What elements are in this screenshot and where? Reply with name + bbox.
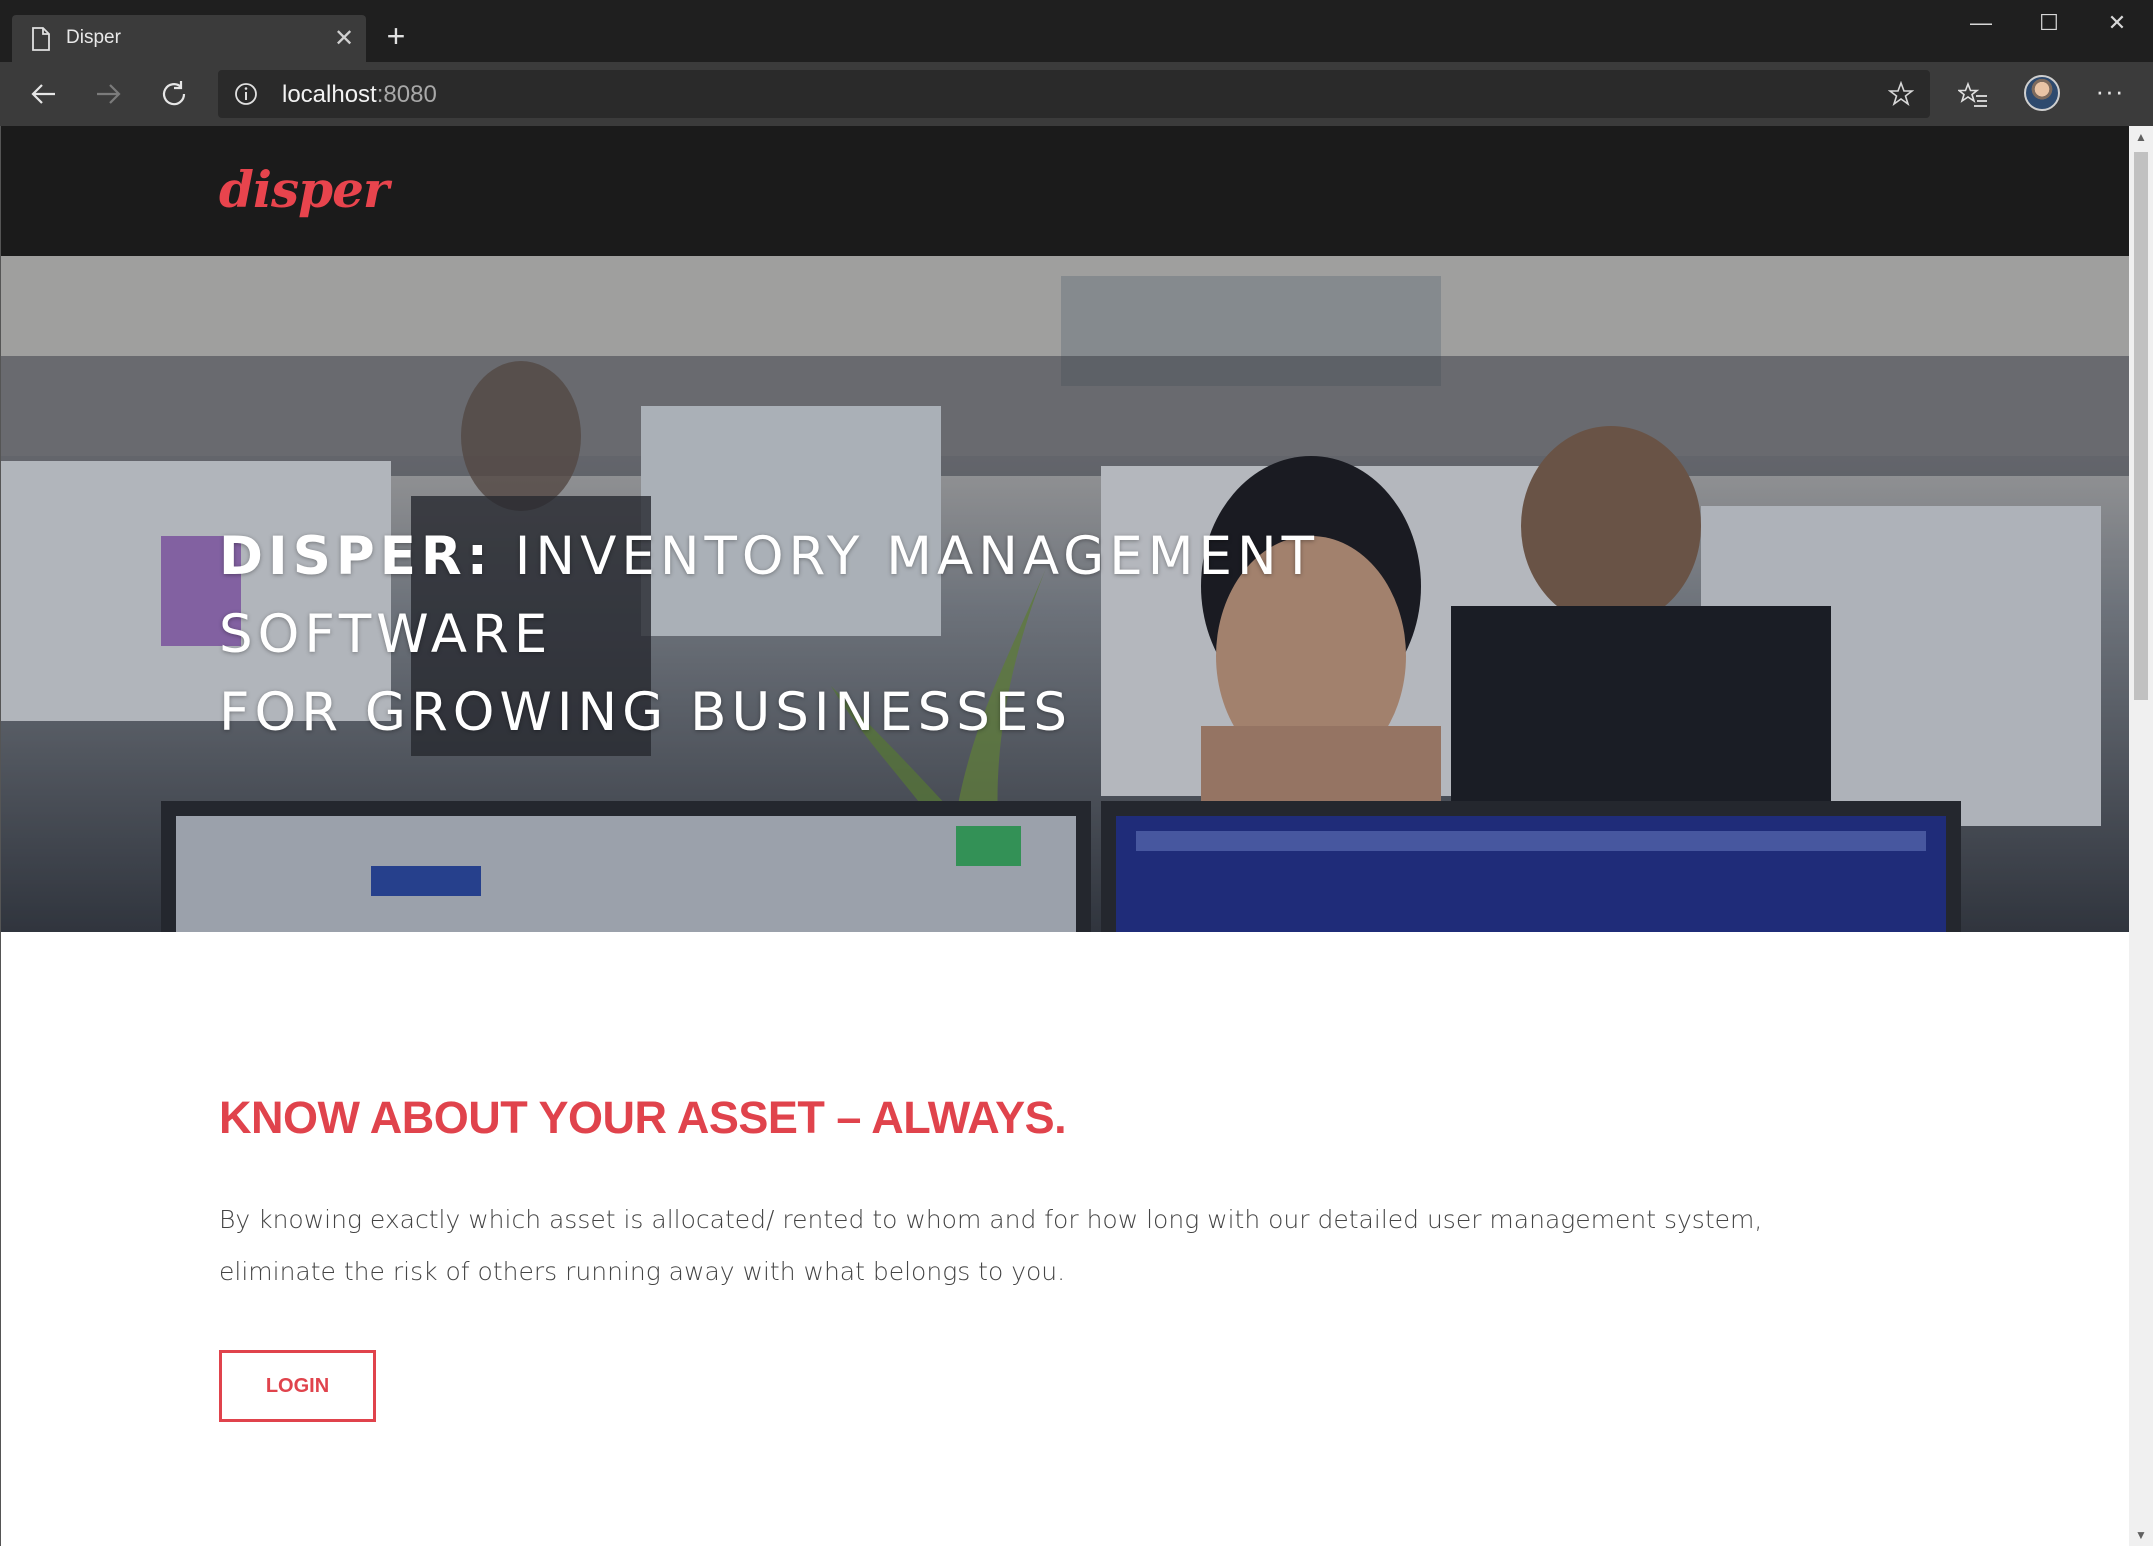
forward-icon [97,84,121,104]
maximize-button[interactable]: ☐ [2026,8,2072,38]
scroll-up-arrow[interactable]: ▲ [2129,126,2153,148]
refresh-icon [162,81,186,106]
profile-avatar[interactable] [2024,75,2060,111]
favorites-icon[interactable] [1958,80,1988,110]
hero-brand: DISPER: [219,526,493,587]
hero-banner: DISPER: INVENTORY MANAGEMENT SOFTWARE FO… [1,256,2130,932]
back-icon [31,84,55,104]
url-text[interactable]: localhost:8080 [282,81,437,109]
scroll-thumb[interactable] [2134,152,2148,700]
disper-logo[interactable]: disper [219,160,389,219]
browser-titlebar: Disper ✕ + — ☐ ✕ [0,0,2153,62]
section-title: KNOW ABOUT YOUR ASSET – ALWAYS. [219,1092,1067,1143]
more-icon[interactable]: ··· [2090,76,2130,112]
info-icon[interactable] [234,82,258,106]
page-icon [32,27,50,51]
close-window-button[interactable]: ✕ [2094,8,2140,38]
back-button[interactable] [22,72,66,116]
section-description: By knowing exactly which asset is alloca… [219,1205,1763,1286]
minimize-button[interactable]: — [1958,8,2004,38]
login-button[interactable]: LOGIN [219,1350,376,1422]
browser-toolbar: localhost:8080 ··· [0,62,2153,126]
tab-title: Disper [66,27,121,48]
scroll-down-arrow[interactable]: ▼ [2129,1524,2153,1546]
page-scrollbar[interactable]: ▲ ▼ [2129,126,2153,1546]
site-header: disper [1,126,2130,256]
hero-headline: DISPER: INVENTORY MANAGEMENT SOFTWARE FO… [219,518,1619,752]
hero-line-2: FOR GROWING BUSINESSES [219,682,1073,743]
close-tab-icon[interactable]: ✕ [330,25,358,53]
forward-button[interactable] [86,72,130,116]
tab-disper[interactable]: Disper ✕ [12,15,366,62]
url-host: localhost [282,81,377,108]
star-icon[interactable] [1888,81,1914,107]
refresh-button[interactable] [152,72,196,116]
page-viewport: disper DISPER: INVENTORY MANAGEMENT SOFT… [0,126,2153,1546]
address-bar[interactable]: localhost:8080 [218,70,1930,118]
url-port: :8080 [376,81,437,108]
new-tab-button[interactable]: + [380,20,412,52]
